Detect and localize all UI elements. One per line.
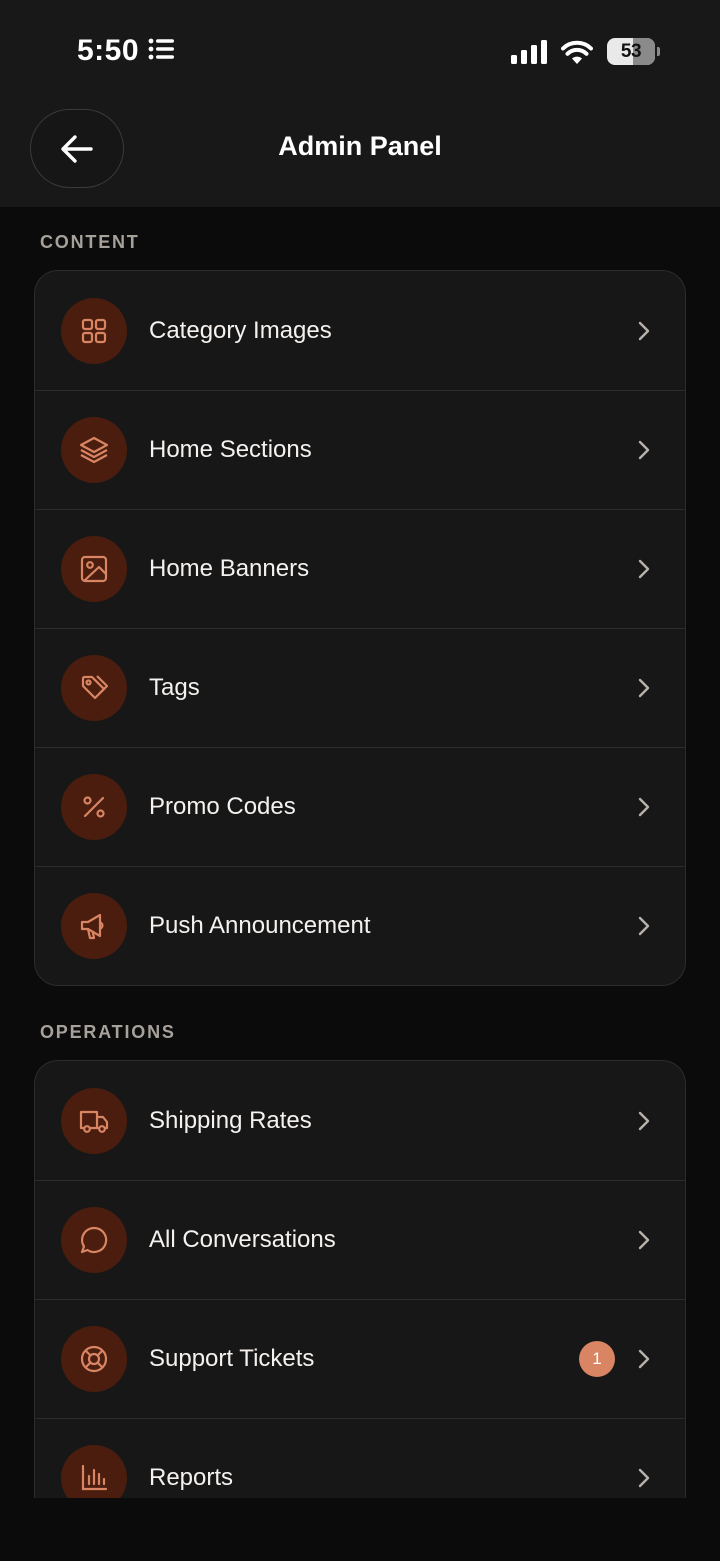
chevron-right-icon — [638, 1111, 650, 1130]
layers-icon — [79, 436, 109, 464]
icon-badge — [61, 655, 127, 721]
icon-badge — [61, 893, 127, 959]
chevron-right-icon — [638, 559, 650, 579]
menu-item-push-announcement[interactable]: Push Announcement — [35, 866, 685, 985]
menu-item-label: Home Banners — [149, 555, 310, 582]
chevron-right-icon — [638, 440, 650, 460]
chat-bubble-icon — [80, 1226, 108, 1254]
menu-item-shipping-rates[interactable]: Shipping Rates — [35, 1061, 685, 1180]
truck-icon — [79, 1110, 109, 1133]
tag-icon — [81, 675, 109, 700]
chevron-right-icon — [638, 678, 650, 698]
image-icon — [80, 555, 108, 583]
menu-item-label: Reports — [149, 1464, 234, 1491]
chevron-right-icon — [638, 1349, 650, 1369]
icon-badge — [61, 536, 127, 602]
top-bar: 5:50 53 Admin Panel — [0, 0, 720, 207]
icon-badge — [61, 417, 127, 483]
chevron-right-icon — [638, 797, 650, 817]
megaphone-icon — [80, 913, 104, 940]
list-icon — [148, 34, 175, 68]
menu-item-label: Category Images — [149, 316, 332, 344]
menu-item-label: Promo Codes — [149, 793, 296, 820]
icon-badge — [61, 774, 127, 840]
menu-item-category-images[interactable]: Category Images — [35, 271, 685, 390]
icon-badge — [61, 297, 127, 364]
menu-item-promo-codes[interactable]: Promo Codes — [35, 747, 685, 866]
status-right: 53 — [511, 38, 660, 65]
icon-badge — [61, 1326, 127, 1392]
grid-icon — [81, 318, 107, 343]
battery-indicator: 53 — [607, 38, 660, 65]
lifebuoy-icon — [80, 1345, 108, 1373]
chevron-right-icon — [638, 1230, 650, 1250]
menu-item-label: All Conversations — [149, 1226, 336, 1253]
icon-badge — [61, 1207, 127, 1273]
menu-item-label: Home Sections — [149, 436, 312, 463]
menu-item-label: Shipping Rates — [149, 1106, 312, 1134]
content-card: Category Images Home Sections Home Banne… — [34, 270, 686, 986]
section-label-content: CONTENT — [40, 232, 140, 252]
icon-badge — [61, 1087, 127, 1154]
signal-icon — [511, 39, 547, 64]
wifi-icon — [561, 40, 593, 64]
notification-badge: 1 — [579, 1341, 615, 1377]
chevron-right-icon — [638, 1468, 650, 1488]
menu-item-label: Support Tickets — [149, 1345, 315, 1372]
menu-item-home-sections[interactable]: Home Sections — [35, 390, 685, 509]
section-label-operations: OPERATIONS — [40, 1022, 176, 1042]
operations-card: Shipping Rates All Conversations Support… — [34, 1060, 686, 1520]
percent-icon — [83, 796, 105, 818]
menu-item-tags[interactable]: Tags — [35, 628, 685, 747]
menu-item-label: Push Announcement — [149, 912, 371, 939]
bottom-safe-area — [0, 1498, 720, 1561]
menu-item-label: Tags — [149, 674, 200, 701]
battery-icon: 53 — [607, 38, 655, 65]
bar-chart-icon — [81, 1464, 108, 1491]
chevron-right-icon — [638, 321, 650, 340]
menu-item-all-conversations[interactable]: All Conversations — [35, 1180, 685, 1299]
page-title: Admin Panel — [278, 131, 442, 161]
menu-item-home-banners[interactable]: Home Banners — [35, 509, 685, 628]
chevron-right-icon — [638, 916, 650, 936]
status-time: 5:50 — [77, 34, 175, 68]
menu-item-support-tickets[interactable]: Support Tickets 1 — [35, 1299, 685, 1418]
